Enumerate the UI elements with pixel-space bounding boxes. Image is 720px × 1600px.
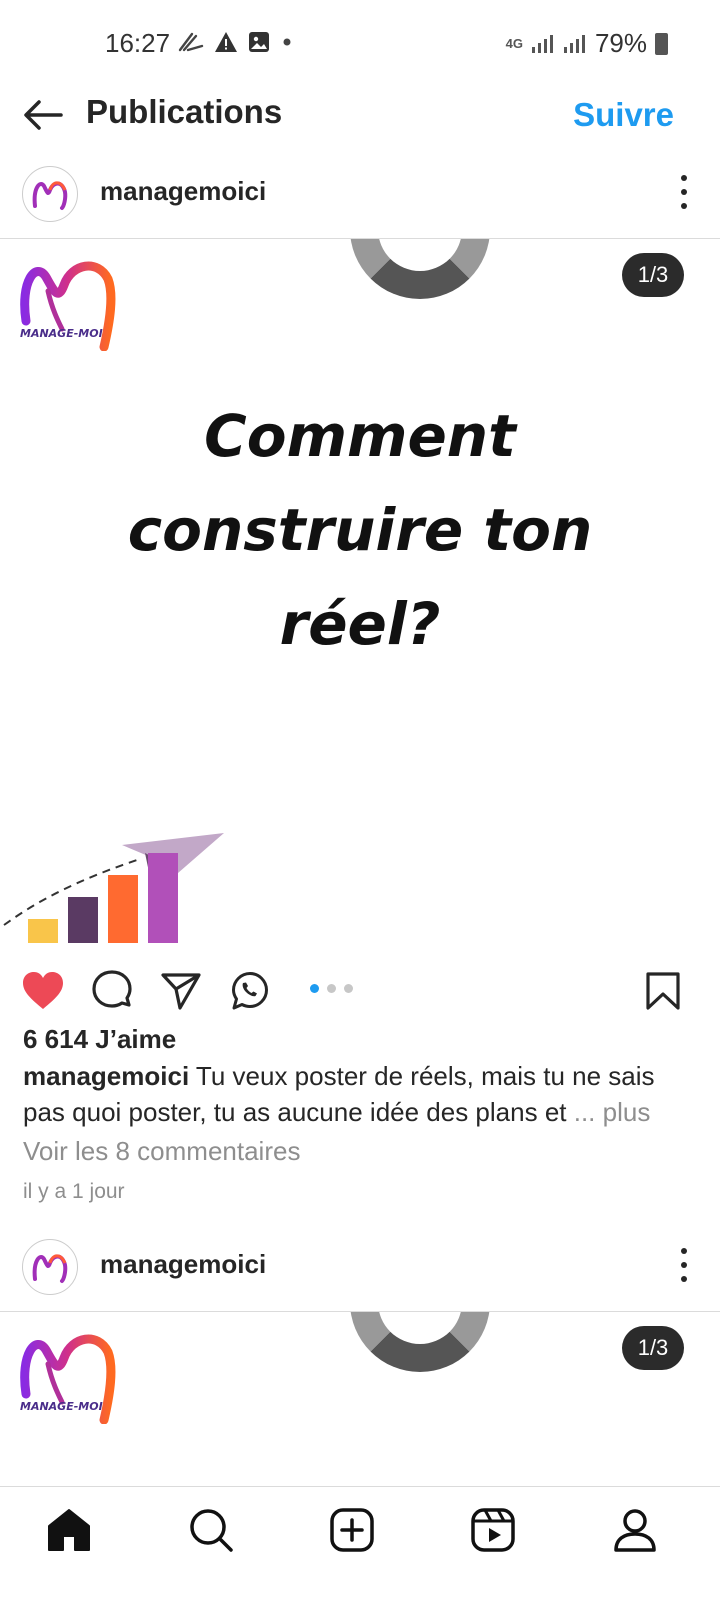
carousel-dot [310, 984, 319, 993]
wind-icon [178, 32, 204, 52]
save-button[interactable] [640, 968, 686, 1014]
post-username[interactable]: managemoici [100, 176, 266, 207]
post-headline: Comment construire ton réel? [0, 389, 720, 671]
nav-create[interactable] [327, 1505, 377, 1555]
decorative-ring [350, 1312, 490, 1372]
view-comments-link[interactable]: Voir les 8 commentaires [23, 1136, 300, 1167]
comment-icon [92, 970, 132, 1008]
bar-1 [28, 919, 58, 943]
brand-avatar-logo [32, 181, 68, 210]
post-header: managemoici [0, 1229, 720, 1311]
more-options-button[interactable] [672, 170, 696, 214]
post-header: managemoici [0, 156, 720, 238]
whatsapp-button[interactable] [227, 968, 273, 1014]
nav-search[interactable] [186, 1505, 236, 1555]
bar-4 [148, 853, 178, 943]
brand-logo: MANAGE-MOI [20, 261, 116, 351]
reels-icon [471, 1508, 515, 1552]
status-right: 4G 79% [506, 28, 668, 59]
status-time: 16:27 [105, 28, 171, 58]
profile-icon [614, 1509, 656, 1552]
search-icon [190, 1509, 233, 1552]
likes-count[interactable]: 6 614 J’aime [23, 1024, 176, 1055]
brand-avatar-logo [32, 1254, 68, 1283]
network-label: 4G [505, 35, 523, 51]
post-username[interactable]: managemoici [100, 1249, 266, 1280]
page-title: Publications [86, 93, 283, 130]
whatsapp-icon [232, 972, 268, 1010]
headline-line: réel? [279, 590, 441, 658]
comment-button[interactable] [89, 968, 135, 1014]
headline-line: Comment [204, 402, 516, 470]
share-button[interactable] [158, 968, 204, 1014]
decorative-ring [350, 239, 490, 299]
signal-icon [531, 34, 553, 53]
image-icon [249, 32, 269, 52]
nav-home[interactable] [44, 1505, 94, 1555]
status-bar: 16:27 4G 79% [0, 0, 720, 86]
headline-line: construire ton [127, 496, 593, 564]
more-options-button[interactable] [672, 1243, 696, 1287]
app-header: Publications Suivre [0, 86, 720, 156]
brand-logo: MANAGE-MOI [20, 1334, 116, 1424]
signal-icon-2 [563, 34, 585, 53]
add-post-icon [330, 1508, 374, 1552]
warning-icon [215, 32, 237, 52]
arrow-left-icon [24, 100, 63, 130]
nav-reels[interactable] [468, 1505, 518, 1555]
notification-icons [178, 30, 294, 54]
brand-text: MANAGE-MOI [20, 327, 103, 340]
nav-profile[interactable] [610, 1505, 660, 1555]
carousel-dot [327, 984, 336, 993]
carousel-dot [344, 984, 353, 993]
send-icon [161, 973, 201, 1010]
growth-illustration [3, 833, 224, 943]
brand-text: MANAGE-MOI [20, 1400, 103, 1413]
caption-more-link[interactable]: ... plus [567, 1097, 651, 1127]
post-actions [0, 964, 720, 1024]
image-counter-badge: 1/3 [622, 253, 684, 297]
post-image[interactable]: MANAGE-MOI 1/3 [0, 1312, 720, 1486]
battery-percent: 79% [594, 28, 647, 58]
heart-icon [23, 972, 63, 1009]
avatar[interactable] [22, 166, 78, 222]
post-timestamp: il y a 1 jour [23, 1180, 125, 1203]
follow-button[interactable]: Suivre [573, 92, 674, 138]
carousel-indicator [310, 984, 353, 993]
avatar[interactable] [22, 1239, 78, 1295]
dot-icon [283, 38, 291, 46]
back-button[interactable] [18, 90, 68, 140]
caption-username[interactable]: managemoici [23, 1061, 189, 1091]
home-icon [48, 1509, 90, 1551]
like-button[interactable] [20, 968, 66, 1014]
battery-icon [655, 32, 668, 55]
post-image[interactable]: MANAGE-MOI 1/3 Comment construire ton ré… [0, 239, 720, 959]
bottom-navigation [0, 1486, 720, 1600]
image-counter-badge: 1/3 [622, 1326, 684, 1370]
bar-2 [68, 897, 98, 943]
bookmark-icon [646, 972, 680, 1010]
bar-3 [108, 875, 138, 943]
post-caption: managemoici Tu veux poster de réels, mai… [23, 1058, 683, 1130]
